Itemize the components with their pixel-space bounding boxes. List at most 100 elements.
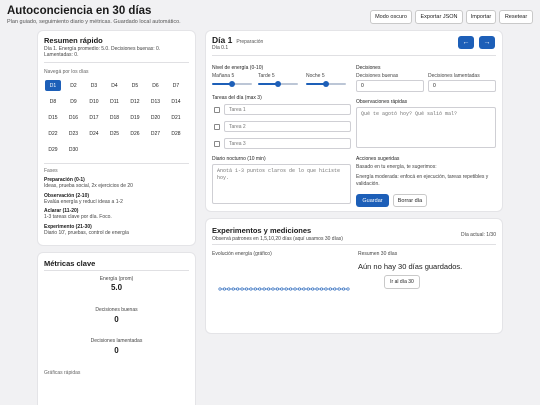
day-button-d13[interactable]: D13: [148, 96, 164, 107]
energy-point: [249, 287, 253, 291]
current-day-label: Día actual: 1/30: [460, 232, 496, 238]
energy-point: [240, 287, 244, 291]
app-title: Autoconciencia en 30 días: [7, 5, 152, 17]
energy-point: [262, 287, 266, 291]
notes-textarea[interactable]: [356, 107, 496, 148]
day-button-d3[interactable]: D3: [86, 80, 102, 91]
day-button-d29[interactable]: D29: [45, 144, 61, 155]
day-button-d7[interactable]: D7: [168, 80, 184, 91]
day-button-d15[interactable]: D15: [45, 112, 61, 123]
energy-avg-label: Energía (prom): [99, 276, 134, 282]
energy-point: [293, 287, 297, 291]
reset-button[interactable]: Resetear: [499, 10, 533, 24]
day-button-d8[interactable]: D8: [45, 96, 61, 107]
day-button-d16[interactable]: D16: [66, 112, 82, 123]
energy-point: [236, 287, 240, 291]
day-button-d26[interactable]: D26: [127, 128, 143, 139]
clear-day-button[interactable]: Borrar día: [393, 194, 427, 207]
day-button-d23[interactable]: D23: [66, 128, 82, 139]
slider-track: [326, 83, 346, 85]
arrow-left-icon: ←: [462, 39, 470, 46]
slider-thumb[interactable]: [275, 81, 281, 87]
day-button-d28[interactable]: D28: [168, 128, 184, 139]
summary-30-label: Resumen 30 días: [358, 251, 398, 257]
day-button-d17[interactable]: D17: [86, 112, 102, 123]
phase-desc: 1-3 tareas clave por día. Foco.: [44, 214, 112, 220]
prev-day-button[interactable]: ←: [458, 36, 474, 49]
task-2-checkbox[interactable]: [214, 124, 220, 130]
day-button-d20[interactable]: D20: [148, 112, 164, 123]
save-button[interactable]: Guardar: [356, 194, 389, 207]
task-3-checkbox[interactable]: [214, 141, 220, 147]
notes-label: Observaciones rápidas: [356, 99, 408, 105]
energy-point: [320, 287, 324, 291]
phase-item: Observación (2-10) Evalúa energía y redu…: [44, 193, 189, 206]
day-button-d19[interactable]: D19: [127, 112, 143, 123]
night-label: Noche 5: [306, 73, 325, 79]
energy-avg-value: 5.0: [110, 283, 123, 292]
regret-decisions-input[interactable]: 0: [428, 80, 496, 92]
energy-point: [289, 287, 293, 291]
experiments-subtitle: Observá patrones en 1,5,10,20 días (aquí…: [212, 236, 343, 242]
task-3-input[interactable]: Tarea 3: [224, 138, 351, 149]
day-button-d4[interactable]: D4: [107, 80, 123, 91]
day-button-d9[interactable]: D9: [66, 96, 82, 107]
import-button[interactable]: Importar: [466, 10, 496, 24]
phase-item: Preparación (0-1) Ideas, prueba social, …: [44, 177, 189, 190]
day-button-d10[interactable]: D10: [86, 96, 102, 107]
energy-point: [275, 287, 279, 291]
energy-point: [297, 287, 301, 291]
slider-thumb[interactable]: [323, 81, 329, 87]
export-json-button[interactable]: Exportar JSON: [415, 10, 463, 24]
day-button-d5[interactable]: D5: [127, 80, 143, 91]
day-button-d14[interactable]: D14: [168, 96, 184, 107]
decisions-label: Decisiones: [356, 65, 381, 71]
day-button-d6[interactable]: D6: [148, 80, 164, 91]
task-2-input[interactable]: Tarea 2: [224, 121, 351, 132]
app-subtitle: Plan guiado, seguimiento diario y métric…: [7, 19, 181, 25]
journal-textarea[interactable]: [212, 164, 351, 204]
day-button-d21[interactable]: D21: [168, 112, 184, 123]
energy-point: [218, 287, 222, 291]
chart-label: Evolución energía (gráfico): [212, 251, 272, 257]
day-panel: Día 1 Preparación Día 0.1 ← → Nivel de e…: [206, 31, 502, 211]
day-button-d30[interactable]: D30: [66, 144, 82, 155]
afternoon-label: Tarde 5: [258, 73, 275, 79]
dark-mode-button[interactable]: Modo oscuro: [370, 10, 412, 24]
energy-point: [324, 287, 328, 291]
energy-point: [280, 287, 284, 291]
day-button-d24[interactable]: D24: [86, 128, 102, 139]
day-heading: Día 1 Preparación: [212, 35, 263, 45]
energy-point: [271, 287, 275, 291]
phase-item: Aclarar (11-20) 1-3 tareas clave por día…: [44, 208, 189, 221]
nav-label: Navegá por los días: [44, 69, 89, 75]
day-button-d27[interactable]: D27: [148, 128, 164, 139]
day-button-d18[interactable]: D18: [107, 112, 123, 123]
day-phase: Preparación: [236, 39, 264, 45]
next-day-button[interactable]: →: [479, 36, 495, 49]
day-button-d1[interactable]: D1: [45, 80, 61, 91]
summary-line-2: Lamentadas: 0.: [44, 52, 79, 58]
phases-list: Preparación (0-1) Ideas, prueba social, …: [44, 177, 189, 236]
metrics-card: Métricas clave Energía (prom) 5.0 Decisi…: [38, 253, 195, 405]
day-button-d11[interactable]: D11: [107, 96, 123, 107]
task-1-input[interactable]: Tarea 1: [224, 104, 351, 115]
day-button-d2[interactable]: D2: [66, 80, 82, 91]
good-decisions-input[interactable]: 0: [356, 80, 424, 92]
regret-decisions-field-label: Decisiones lamentadas: [428, 73, 480, 79]
slider-thumb[interactable]: [229, 81, 235, 87]
energy-point: [227, 287, 231, 291]
day-button-d22[interactable]: D22: [45, 128, 61, 139]
energy-point: [315, 287, 319, 291]
day-button-d12[interactable]: D12: [127, 96, 143, 107]
energy-point: [333, 287, 337, 291]
energy-point: [328, 287, 332, 291]
task-1-checkbox[interactable]: [214, 107, 220, 113]
suggested-line-2: Energía moderada: enfocá en ejecución, t…: [356, 174, 489, 187]
day-button-d25[interactable]: D25: [107, 128, 123, 139]
energy-point: [222, 287, 226, 291]
phase-desc: Diario 10', pruebas, control de energía: [44, 229, 129, 236]
suggested-line-1: Basado en tu energía, te sugerimos:: [356, 164, 437, 170]
goto-day-30-button[interactable]: Ir al día 30: [384, 275, 420, 289]
energy-point: [346, 287, 350, 291]
